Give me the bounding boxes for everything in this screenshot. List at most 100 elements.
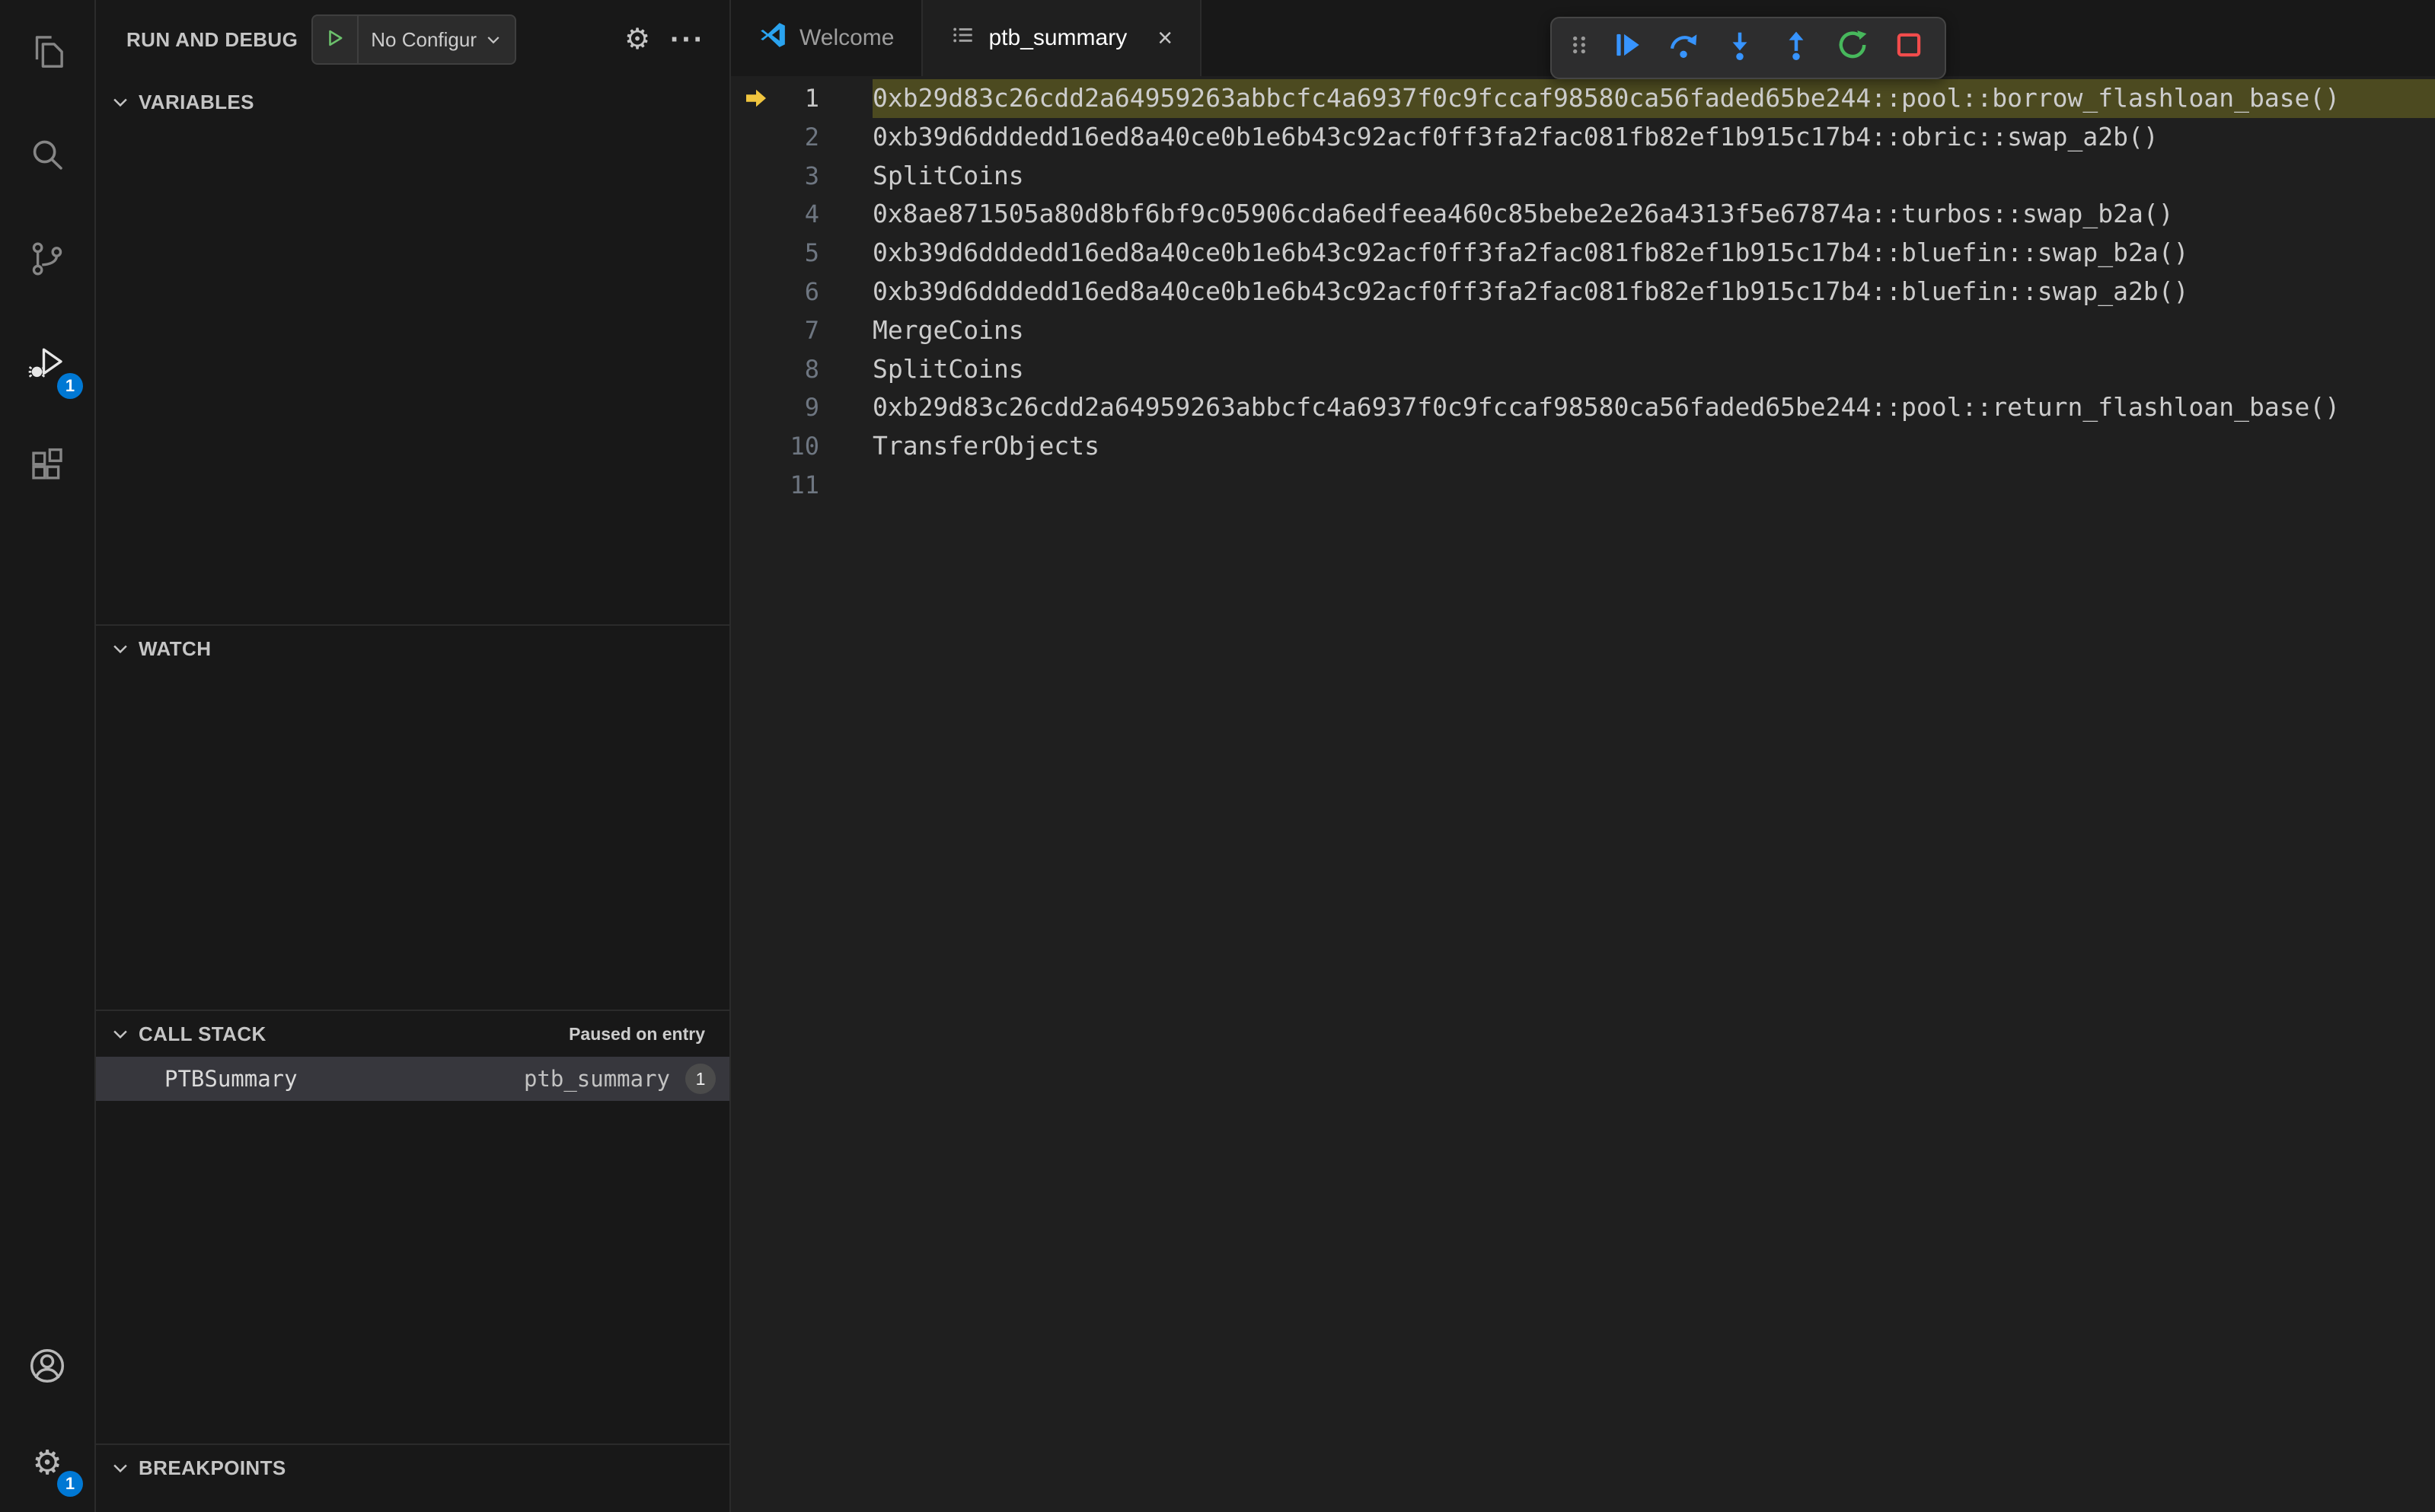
list-file-icon: [950, 22, 976, 54]
tab-welcome[interactable]: Welcome: [731, 0, 924, 76]
code-line[interactable]: 2 0xb39d6dddedd16ed8a40ce0b1e6b43c92acf0…: [731, 118, 2435, 157]
call-stack-frame[interactable]: PTBSummary ptb_summary 1: [96, 1057, 729, 1101]
editor-gutter[interactable]: 8: [731, 350, 873, 389]
stop-button[interactable]: [1885, 24, 1932, 72]
code-text: TransferObjects: [873, 431, 1100, 461]
line-number: 4: [804, 199, 819, 229]
debug-settings-button[interactable]: ⚙: [624, 25, 650, 54]
chevron-down-icon: [110, 638, 131, 659]
variables-section-header[interactable]: VARIABLES: [96, 79, 729, 125]
code-line[interactable]: 6 0xb39d6dddedd16ed8a40ce0b1e6b43c92acf0…: [731, 273, 2435, 311]
code-line[interactable]: 9 0xb29d83c26cdd2a64959263abbcfc4a6937f0…: [731, 388, 2435, 427]
chevron-down-icon: [110, 91, 131, 113]
editor-gutter[interactable]: 5: [731, 234, 873, 273]
line-number: 9: [804, 393, 819, 423]
activity-item-extensions[interactable]: [0, 414, 95, 518]
editor[interactable]: 1 0xb29d83c26cdd2a64959263abbcfc4a6937f0…: [731, 76, 2435, 1512]
editor-gutter[interactable]: 2: [731, 118, 873, 157]
watch-section: WATCH: [96, 624, 729, 1010]
variables-section: VARIABLES: [96, 79, 729, 624]
toolbar-gripper[interactable]: [1564, 24, 1594, 72]
code-line[interactable]: 10 TransferObjects: [731, 427, 2435, 466]
play-icon: [325, 26, 345, 54]
code-line[interactable]: 3 SplitCoins: [731, 157, 2435, 196]
step-over-button[interactable]: [1660, 24, 1707, 72]
editor-gutter[interactable]: 10: [731, 427, 873, 466]
accounts-button[interactable]: [0, 1317, 95, 1415]
activity-item-search[interactable]: [0, 104, 95, 207]
configuration-dropdown-value: No Configur: [371, 27, 477, 51]
line-number: 10: [790, 432, 819, 461]
run-and-debug-sidebar: RUN AND DEBUG No Configur ⚙ ··· VARIABLE…: [96, 0, 731, 1512]
paused-status: Paused on entry: [569, 1023, 705, 1044]
breakpoints-section-header[interactable]: BREAKPOINTS: [96, 1445, 729, 1491]
tab-ptb-summary[interactable]: ptb_summary ×: [923, 0, 1202, 76]
activity-item-run-and-debug[interactable]: 1: [0, 311, 95, 414]
activity-bar: 1 ⚙ 1: [0, 0, 96, 1512]
vscode-logo-icon: [758, 21, 787, 56]
line-number: 6: [804, 276, 819, 306]
launch-configuration-control: No Configur: [311, 14, 516, 65]
sidebar-header: RUN AND DEBUG No Configur ⚙ ···: [96, 0, 729, 79]
start-debugging-button[interactable]: [313, 16, 359, 63]
code-line[interactable]: 5 0xb39d6dddedd16ed8a40ce0b1e6b43c92acf0…: [731, 234, 2435, 273]
activity-item-explorer[interactable]: [0, 0, 95, 104]
editor-gutter[interactable]: 4: [731, 195, 873, 234]
activity-bar-bottom: ⚙ 1: [0, 1317, 95, 1512]
files-icon: [27, 31, 68, 72]
restart-button[interactable]: [1829, 24, 1876, 72]
activity-item-source-control[interactable]: [0, 207, 95, 311]
manage-button[interactable]: ⚙ 1: [0, 1415, 95, 1512]
chevron-down-icon: [484, 30, 503, 49]
vscode-window: 1 ⚙ 1 RUN AND DEBUG No Configur ⚙ ··· VA…: [0, 0, 2435, 1512]
line-number: 11: [790, 470, 819, 499]
line-number: 5: [804, 238, 819, 268]
gripper-icon: [1566, 32, 1592, 64]
section-label: BREAKPOINTS: [139, 1456, 286, 1479]
code-text: 0xb29d83c26cdd2a64959263abbcfc4a6937f0c9…: [873, 79, 2435, 118]
frame-name: PTBSummary: [164, 1066, 298, 1092]
call-stack-body: [96, 1101, 729, 1443]
tab-label: Welcome: [799, 25, 895, 50]
more-actions-button[interactable]: ···: [670, 24, 705, 55]
code-line[interactable]: 1 0xb29d83c26cdd2a64959263abbcfc4a6937f0…: [731, 79, 2435, 118]
line-number: 2: [804, 122, 819, 152]
editor-gutter[interactable]: 9: [731, 388, 873, 427]
variables-body: [96, 125, 729, 624]
call-stack-section-header[interactable]: CALL STACK Paused on entry: [96, 1011, 729, 1057]
editor-group: Welcome ptb_summary × 1 0xb29d83c26cdd2a…: [731, 0, 2435, 1512]
settings-badge: 1: [57, 1471, 83, 1497]
stop-icon: [1893, 29, 1925, 67]
step-over-icon: [1667, 29, 1699, 67]
code-text: 0xb29d83c26cdd2a64959263abbcfc4a6937f0c9…: [873, 392, 2341, 423]
code-text: SplitCoins: [873, 353, 1024, 384]
editor-gutter[interactable]: 1: [731, 79, 873, 118]
editor-gutter[interactable]: 11: [731, 466, 873, 505]
gear-icon: ⚙: [624, 24, 651, 56]
code-line[interactable]: 11: [731, 466, 2435, 505]
editor-gutter[interactable]: 6: [731, 273, 873, 311]
sidebar-title: RUN AND DEBUG: [126, 27, 298, 51]
section-label: CALL STACK: [139, 1022, 266, 1045]
line-number: 7: [804, 315, 819, 345]
section-label: VARIABLES: [139, 90, 254, 113]
code-text: SplitCoins: [873, 160, 1024, 190]
continue-button[interactable]: [1604, 24, 1651, 72]
line-number: 1: [804, 84, 819, 113]
watch-section-header[interactable]: WATCH: [96, 626, 729, 671]
step-out-button[interactable]: [1773, 24, 1820, 72]
close-icon[interactable]: ×: [1157, 25, 1173, 51]
sidebar-header-actions: ⚙ ···: [624, 24, 705, 55]
line-number: 3: [804, 161, 819, 190]
editor-gutter[interactable]: 7: [731, 311, 873, 350]
configuration-dropdown[interactable]: No Configur: [359, 28, 515, 52]
step-into-button[interactable]: [1716, 24, 1763, 72]
restart-icon: [1837, 29, 1869, 67]
editor-gutter[interactable]: 3: [731, 157, 873, 196]
step-out-icon: [1780, 29, 1812, 67]
chevron-down-icon: [110, 1457, 131, 1479]
more-icon: ···: [670, 23, 705, 56]
code-line[interactable]: 7 MergeCoins: [731, 311, 2435, 350]
code-line[interactable]: 8 SplitCoins: [731, 350, 2435, 389]
code-line[interactable]: 4 0x8ae871505a80d8bf6bf9c05906cda6edfeea…: [731, 195, 2435, 234]
